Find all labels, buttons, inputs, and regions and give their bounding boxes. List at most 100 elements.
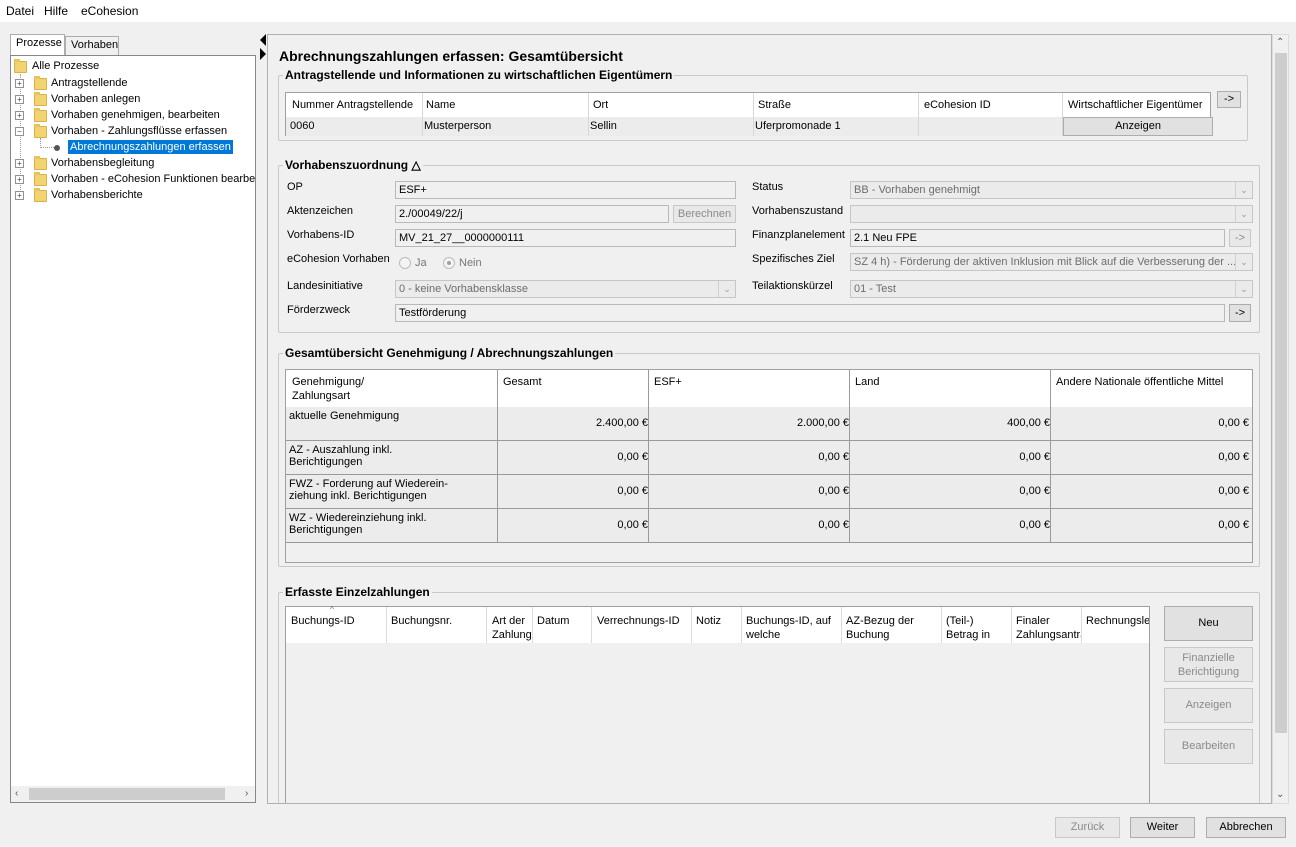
teilaktionskuerzel-combo[interactable]: 01 - Test ⌄ [850, 280, 1253, 298]
tree-item-vorhabensbegleitung[interactable]: + Vorhabensbegleitung [15, 156, 255, 172]
zurueck-button[interactable]: Zurück [1055, 817, 1120, 838]
vorhabenszuordnung-group: Vorhabenszuordnung △ OP ESF+ Aktenzeiche… [278, 158, 1260, 333]
tree-item-abrechnungszahlungen[interactable]: Abrechnungszahlungen erfassen [51, 140, 233, 156]
menu-ecohesion[interactable]: eCohesion [81, 4, 138, 18]
row-label: FWZ - Forderung auf Wiederein- ziehung i… [289, 478, 448, 502]
tab-vorhaben[interactable]: Vorhaben [65, 36, 119, 55]
neu-button[interactable]: Neu [1164, 606, 1253, 641]
berechnen-button[interactable]: Berechnen [673, 205, 736, 223]
finanzplanelement-field[interactable]: 2.1 Neu FPE [850, 229, 1225, 247]
col-buchungs-id[interactable]: Buchungs-ID [291, 614, 355, 628]
col-az-bezug[interactable]: AZ-Bezug der Buchung [846, 614, 914, 642]
scroll-down-icon[interactable]: ⌄ [1276, 789, 1284, 800]
sort-ascending-icon: ^ [330, 605, 334, 614]
col-nummer[interactable]: Nummer Antragstellende [292, 98, 413, 112]
table-row[interactable]: AZ - Auszahlung inkl. Berichtigungen 0,0… [286, 441, 1252, 475]
anzeigen-button[interactable]: Anzeigen [1164, 688, 1253, 723]
bearbeiten-button[interactable]: Bearbeiten [1164, 729, 1253, 764]
abbrechen-button[interactable]: Abbrechen [1206, 817, 1286, 838]
ja-radio[interactable] [399, 257, 411, 269]
spezifisches-ziel-label: Spezifisches Ziel [752, 253, 835, 265]
folder-icon [34, 108, 47, 122]
table-row[interactable]: FWZ - Forderung auf Wiederein- ziehung i… [286, 475, 1252, 509]
main-vertical-scrollbar[interactable]: ⌃ ⌄ [1272, 34, 1289, 804]
expand-icon[interactable]: + [15, 79, 24, 88]
menu-datei[interactable]: Datei [6, 4, 34, 18]
expand-icon[interactable]: + [15, 175, 24, 184]
anzeigen-eigentuemer-button[interactable]: Anzeigen [1063, 117, 1213, 136]
col-esf[interactable]: ESF+ [654, 375, 682, 389]
tree-item-antragstellende[interactable]: + Antragstellende [15, 76, 255, 92]
menu-hilfe[interactable]: Hilfe [44, 4, 68, 18]
col-strasse[interactable]: Straße [758, 98, 791, 112]
table-row[interactable]: 0060 Musterperson Sellin Uferpromonade 1… [286, 117, 1213, 136]
op-field[interactable]: ESF+ [395, 181, 736, 199]
scroll-up-icon[interactable]: ⌃ [1276, 37, 1284, 48]
ecohesion-vorhaben-label: eCohesion Vorhaben [287, 253, 390, 265]
status-combo[interactable]: BB - Vorhaben genehmigt ⌄ [850, 181, 1253, 199]
col-datum[interactable]: Datum [537, 614, 569, 628]
col-rechnungslegung[interactable]: Rechnungslegung [1086, 614, 1149, 628]
tree-item-zahlungsfluesse[interactable]: − Vorhaben - Zahlungsflüsse erfassen [15, 124, 255, 140]
tab-prozesse[interactable]: Prozesse [10, 34, 65, 55]
col-wirtschaftlicher-eigentuemer[interactable]: Wirtschaftlicher Eigentümer [1068, 98, 1203, 112]
finanzplanelement-arrow-button[interactable]: -> [1229, 229, 1251, 247]
menu-bar: Datei Hilfe eCohesion [0, 0, 1296, 22]
tree-item-vorhaben-anlegen[interactable]: + Vorhaben anlegen [15, 92, 255, 108]
scroll-thumb[interactable] [1275, 53, 1287, 733]
foerderzweck-arrow-button[interactable]: -> [1229, 304, 1251, 322]
expand-right-icon[interactable] [260, 48, 266, 60]
col-teilbetrag[interactable]: (Teil-) Betrag in EUR [946, 614, 990, 642]
scroll-right-icon[interactable]: › [245, 788, 248, 799]
scroll-thumb[interactable] [29, 788, 225, 800]
col-zahlungsart[interactable]: Genehmigung/ Zahlungsart [292, 375, 364, 403]
col-notiz[interactable]: Notiz [696, 614, 721, 628]
expand-icon[interactable]: + [15, 111, 24, 120]
expand-icon[interactable]: + [15, 159, 24, 168]
col-ort[interactable]: Ort [593, 98, 608, 112]
col-verrechnungs-id[interactable]: Verrechnungs-ID [597, 614, 680, 628]
cell-andere: 0,00 € [1218, 451, 1249, 463]
col-land[interactable]: Land [855, 375, 879, 389]
tree-item-vorhaben-genehmigen[interactable]: + Vorhaben genehmigen, bearbeiten [15, 108, 255, 124]
aktenzeichen-field[interactable]: 2./00049/22/j [395, 205, 669, 223]
col-buchungs-id-bezug[interactable]: Buchungs-ID, auf welche die Buch... [746, 614, 841, 642]
op-label: OP [287, 181, 303, 193]
table-row[interactable]: WZ - Wiedereinziehung inkl. Berichtigung… [286, 509, 1252, 543]
col-buchungsnr[interactable]: Buchungsnr. [391, 614, 452, 628]
cell-land: 400,00 € [1007, 417, 1050, 429]
landesinitiative-combo[interactable]: 0 - keine Vorhabensklasse ⌄ [395, 280, 736, 298]
antrag-arrow-button[interactable]: -> [1217, 91, 1241, 108]
folder-icon [34, 156, 47, 170]
spezifisches-ziel-combo[interactable]: SZ 4 h) - Förderung der aktiven Inklusio… [850, 253, 1253, 271]
vorhabens-id-field[interactable]: MV_21_27__0000000111 [395, 229, 736, 247]
nein-radio[interactable] [443, 257, 455, 269]
col-ecohesion-id[interactable]: eCohesion ID [924, 98, 991, 112]
page-title: Abrechnungszahlungen erfassen: Gesamtübe… [279, 48, 623, 64]
scroll-left-icon[interactable]: ‹ [15, 788, 18, 799]
col-gesamt[interactable]: Gesamt [503, 375, 542, 389]
foerderzweck-field[interactable]: Testförderung [395, 304, 1225, 322]
collapse-icon[interactable]: − [15, 127, 24, 136]
leaf-bullet-icon [54, 145, 60, 151]
cell-gesamt: 0,00 € [617, 519, 648, 531]
col-name[interactable]: Name [426, 98, 455, 112]
col-finaler-zahlungsantrag[interactable]: Finaler Zahlungsantrag [1016, 614, 1081, 642]
tree-horizontal-scrollbar[interactable]: ‹ › [11, 786, 255, 802]
tree-item-vorhabensberichte[interactable]: + Vorhabensberichte [15, 188, 255, 204]
col-andere-mittel[interactable]: Andere Nationale öffentliche Mittel [1056, 375, 1223, 389]
cell-esf: 0,00 € [818, 485, 849, 497]
collapse-left-icon[interactable] [260, 34, 266, 46]
vorhabenszustand-combo[interactable]: ⌄ [850, 205, 1253, 223]
teilaktionskuerzel-value: 01 - Test [854, 283, 896, 295]
expand-icon[interactable]: + [15, 191, 24, 200]
expand-icon[interactable]: + [15, 95, 24, 104]
table-row[interactable]: aktuelle Genehmigung 2.400,00 € 2.000,00… [286, 407, 1252, 441]
weiter-button[interactable]: Weiter [1130, 817, 1195, 838]
col-art-der-zahlung[interactable]: Art der Zahlung [492, 614, 532, 642]
cell-land: 0,00 € [1019, 485, 1050, 497]
nein-label: Nein [459, 257, 482, 269]
tree-item-ecohesion-funktionen[interactable]: + Vorhaben - eCohesion Funktionen bearbe… [15, 172, 255, 188]
finanzielle-berichtigung-button[interactable]: Finanzielle Berichtigung [1164, 647, 1253, 682]
folder-icon [34, 188, 47, 202]
